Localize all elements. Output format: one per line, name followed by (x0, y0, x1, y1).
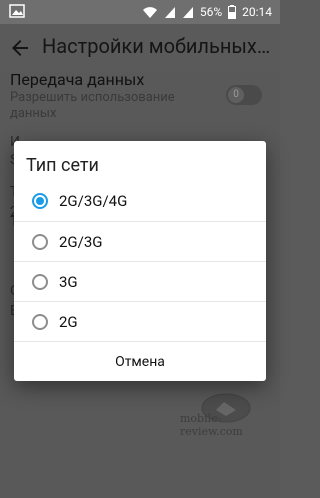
network-option-2g-3g-4g[interactable]: 2G/3G/4G (14, 181, 266, 221)
option-label: 2G/3G (59, 233, 103, 251)
radio-icon[interactable] (32, 314, 48, 330)
watermark-text: mobile-review.com (180, 412, 243, 438)
signal-icon (182, 6, 193, 18)
clock: 20:14 (242, 5, 272, 19)
app-bar: Настройки мобильных с... (0, 24, 280, 72)
wifi-icon (142, 6, 157, 18)
cancel-button[interactable]: Отмена (14, 341, 266, 381)
battery-percent: 56% (199, 5, 223, 19)
page-title: Настройки мобильных с... (42, 34, 274, 58)
option-label: 2G (59, 313, 78, 331)
network-option-2g[interactable]: 2G (14, 301, 266, 341)
network-type-dialog: Тип сети 2G/3G/4G 2G/3G 3G 2G Отмена (14, 141, 266, 381)
signal-icon (164, 6, 175, 18)
network-option-2g-3g[interactable]: 2G/3G (14, 221, 266, 261)
network-option-3g[interactable]: 3G (14, 261, 266, 301)
toggle-knob: 0 (228, 87, 244, 103)
radio-icon[interactable] (32, 274, 48, 290)
radio-selected-icon[interactable] (32, 193, 48, 209)
option-label: 3G (59, 273, 78, 291)
mobile-data-toggle[interactable]: 0 (226, 85, 262, 105)
battery-icon (228, 5, 237, 19)
option-label: 2G/3G/4G (59, 192, 128, 210)
back-arrow-icon[interactable] (8, 36, 32, 60)
notification-icon (9, 4, 25, 18)
status-bar: 56% 20:14 (0, 0, 280, 24)
radio-icon[interactable] (32, 234, 48, 250)
dialog-title: Тип сети (26, 155, 99, 176)
mobile-data-summary: Разрешить использование данных (10, 90, 175, 121)
